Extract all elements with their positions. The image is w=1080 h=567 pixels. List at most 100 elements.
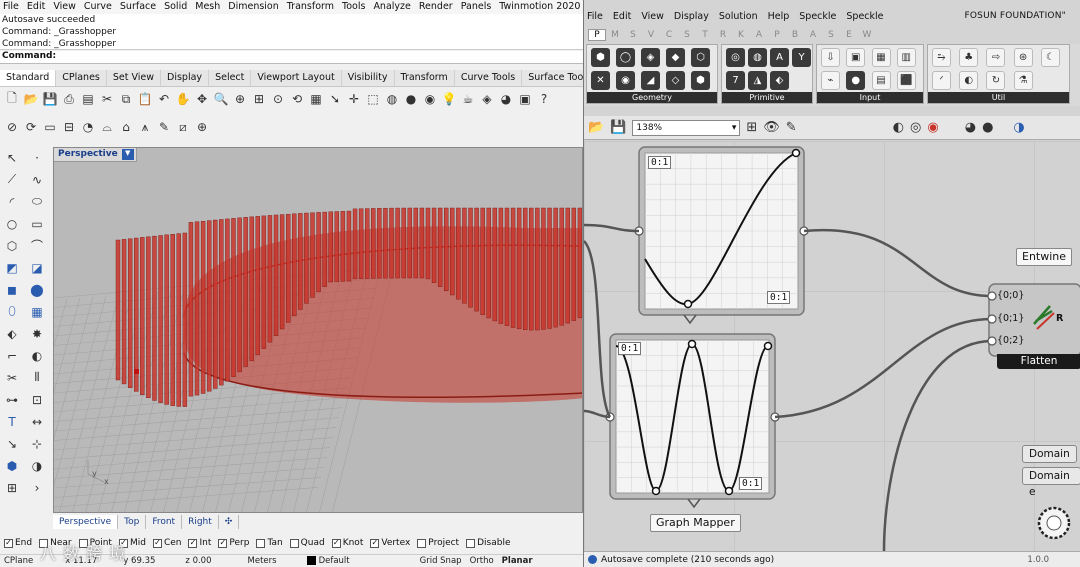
boolean-icon[interactable]: ⬖ [1,324,23,343]
entwine-input-2[interactable]: {0;2} [997,335,1024,346]
menu-analyze[interactable]: Analyze [370,0,415,14]
gh-menu-edit[interactable]: Edit [610,11,638,22]
surface-param-icon[interactable]: ⬡ [691,48,710,67]
gh-menu-help[interactable]: Help [765,11,797,22]
light-bulb-icon[interactable]: 💡 [441,91,457,107]
entwine-input-0[interactable]: {0;0} [997,290,1024,301]
osnap-checkbox[interactable]: ✓ [188,538,198,548]
category-tab[interactable]: A [750,30,768,40]
more-tools-icon[interactable]: › [26,478,48,497]
extrude-icon[interactable]: ◪ [26,258,48,277]
properties-icon[interactable]: ▤ [80,91,96,107]
select-icon[interactable]: ⬚ [365,91,381,107]
osnap-checkbox[interactable]: ✓ [370,538,380,548]
osnap-int[interactable]: ✓ Int [188,538,211,548]
category-tab[interactable]: W [858,30,876,40]
rectangle-icon[interactable]: ▭ [26,214,48,233]
domain-param-icon[interactable]: ⬖ [770,71,789,90]
zoom-icon[interactable]: 🔍 [213,91,229,107]
line-param-icon[interactable]: ◢ [641,71,660,90]
fitness-icon[interactable]: ⥲ [932,48,951,67]
help-icon[interactable]: ? [536,91,552,107]
tab-cplanes[interactable]: CPlanes [56,70,107,86]
join-icon[interactable]: ⊶ [1,390,23,409]
osnap-project[interactable]: Project [417,538,459,548]
tab-standard[interactable]: Standard [0,70,57,86]
preview-mode-icon[interactable]: ◐ [893,120,904,135]
osnap-checkbox[interactable]: ✓ [218,538,228,548]
domain-component-2[interactable]: Domain e [1022,467,1080,498]
osnap-toggle-icon[interactable]: ⊘ [4,119,20,135]
tab-set-view[interactable]: Set View [107,70,162,86]
free-curve-icon[interactable]: ⌒ [26,236,48,255]
grid-icon[interactable]: ⊞ [1,478,23,497]
pan-hand-icon[interactable]: ✋ [175,91,191,107]
split-icon[interactable]: ⫴ [26,368,48,387]
layer-indicator[interactable]: Default [303,556,354,566]
category-tab[interactable]: S [678,30,696,40]
flask-icon[interactable]: ⚗ [1013,71,1033,90]
perspective-viewport[interactable]: xy Perspective ▼ [53,147,583,513]
osnap-checkbox[interactable]: ✓ [331,538,341,548]
tab-viewport-layout[interactable]: Viewport Layout [251,70,342,86]
point-param-icon[interactable]: ⬢ [591,48,610,67]
cut-icon[interactable]: ✂ [99,91,115,107]
menu-curve[interactable]: Curve [81,0,117,14]
gh-canvas[interactable]: 0:1 0:1 0:1 0:1 Entwine {0;0} {0;1} {0;2… [584,141,1080,551]
osnap-cen[interactable]: ✓ Cen [152,538,181,548]
boolean-param-icon[interactable]: ◎ [726,48,745,67]
gh-menu-view[interactable]: View [638,11,671,22]
brep-param-icon[interactable]: ◈ [641,48,660,67]
surface-edit-icon[interactable]: ⌓ [99,119,115,135]
circle-param-icon[interactable]: ✕ [591,71,610,90]
mesh-param-icon[interactable]: ◆ [666,48,685,67]
tab-select[interactable]: Select [209,70,252,86]
menu-tools[interactable]: Tools [339,0,370,14]
osnap-checkbox[interactable]: ✓ [4,538,13,548]
category-tab[interactable]: C [660,30,678,40]
undo-view-icon[interactable]: ⟲ [289,91,305,107]
analyze-icon[interactable]: ◑ [26,456,48,475]
curve-param-icon[interactable]: ◯ [616,48,635,67]
osnap-perp[interactable]: ✓ Perp [218,538,249,548]
print-icon[interactable]: ⎙ [61,91,77,107]
tab-front[interactable]: Front [146,515,183,529]
category-tab[interactable]: P [768,30,786,40]
gh-menu-solution[interactable]: Solution [716,11,765,22]
box-icon[interactable]: ◼ [1,280,23,299]
complex-param-icon[interactable]: ◮ [748,71,767,90]
category-tab[interactable]: V [642,30,660,40]
entwine-input-1[interactable]: {0;1} [997,313,1024,324]
four-view-icon[interactable]: ▦ [308,91,324,107]
selected-only-icon[interactable]: ◕ [965,120,976,135]
wireframe-sphere-icon[interactable]: ◍ [384,91,400,107]
units-label[interactable]: Meters [244,556,281,566]
text-icon[interactable]: T [1,412,23,431]
menu-mesh[interactable]: Mesh [192,0,225,14]
graph-mapper-icon[interactable]: ⌁ [821,71,840,90]
data-dam-icon[interactable]: ◐ [959,71,979,90]
open-file-icon[interactable]: 📂 [588,120,604,135]
rendered-sphere-icon[interactable]: ◉ [422,91,438,107]
menu-transform[interactable]: Transform [284,0,339,14]
osnap-quad[interactable]: Quad [289,538,325,548]
menu-view[interactable]: View [50,0,81,14]
block-icon[interactable]: ⬢ [1,456,23,475]
zoom-selected-icon[interactable]: ⊙ [270,91,286,107]
cplane-origin-icon[interactable]: ⟳ [23,119,39,135]
panel-icon[interactable]: ▥ [896,48,916,67]
tab-top[interactable]: Top [118,515,147,529]
cplane-label[interactable]: CPlane [0,556,37,566]
osnap-checkbox[interactable]: ✓ [152,538,162,548]
document-preview-icon[interactable]: ◑ [1013,120,1024,135]
offset-icon[interactable]: ◐ [26,346,48,365]
tab-display[interactable]: Display [161,70,210,86]
osnap-disable[interactable]: Disable [466,538,510,548]
explode-icon[interactable]: ✸ [26,324,48,343]
galapagos-icon[interactable]: ♣ [959,48,979,67]
section-icon[interactable]: ⌂ [118,119,134,135]
grid-snap-toggle[interactable]: Grid Snap [416,556,466,566]
ellipse-icon[interactable]: ⬭ [26,192,48,211]
cplane-icon[interactable]: ➘ [327,91,343,107]
value-list-icon[interactable]: ▤ [871,71,891,90]
